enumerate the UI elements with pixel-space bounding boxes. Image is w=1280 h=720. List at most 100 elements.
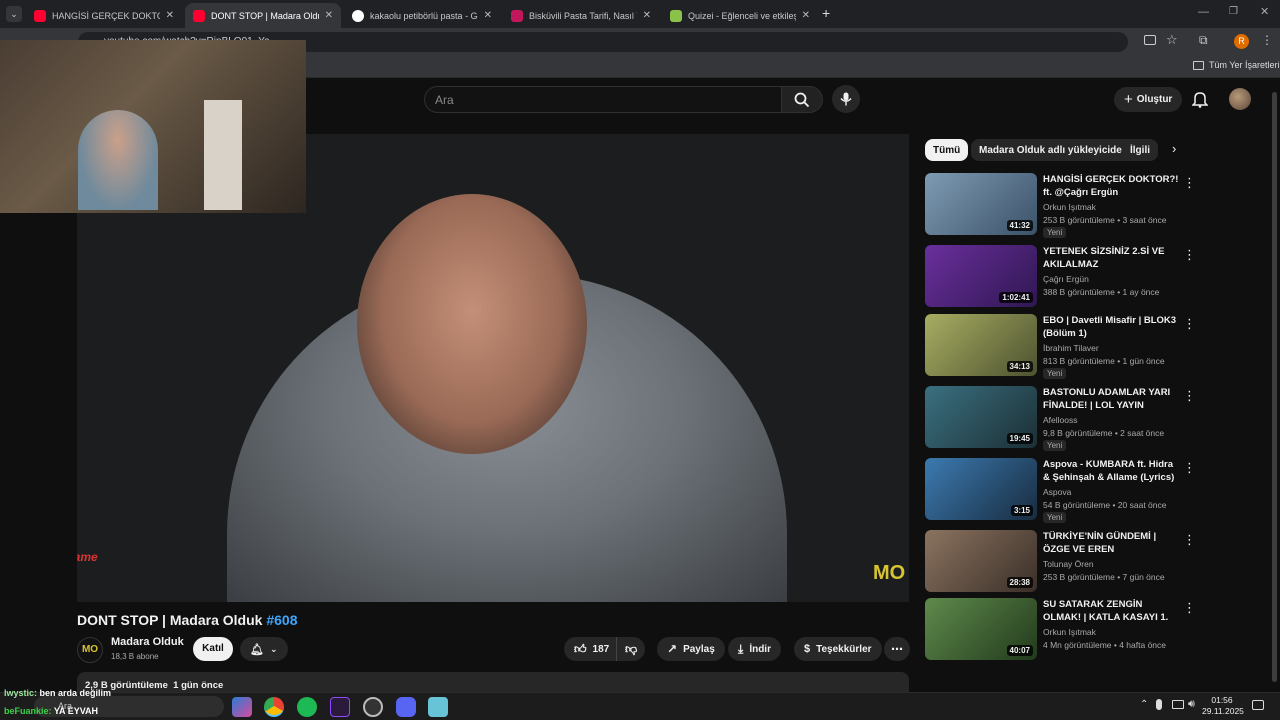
recommendation-thumbnail: 1:02:41 — [925, 245, 1037, 307]
recommendation-item[interactable]: 1:02:41 YETENEK SİZSİNİZ 2.Sİ VE AKILALM… — [925, 245, 1205, 311]
browser-tab-2-active[interactable]: DONT STOP | Madara Olduk #6 ✕ — [185, 3, 341, 28]
account-avatar[interactable] — [1229, 88, 1251, 110]
network-icon[interactable] — [1172, 700, 1184, 709]
chip-related[interactable]: İlgili — [1122, 139, 1158, 161]
browser-tab-3[interactable]: kakaolu petibörlü pasta - Goog ✕ — [344, 3, 500, 28]
new-badge: Yeni — [1043, 440, 1067, 451]
more-vert-icon[interactable]: ⋮ — [1183, 316, 1196, 332]
tab-title: Quizei - Eğlenceli ve etkileşimli — [688, 10, 796, 21]
chat-overlay: lwystic: ben arda değilim beFuankie: YA … — [0, 688, 230, 720]
cast-icon[interactable] — [1144, 35, 1156, 45]
recommendation-item[interactable]: 34:13 EBO | Davetli Misafir | BLOK3 (Böl… — [925, 314, 1205, 380]
create-button[interactable]: + Oluştur — [1114, 87, 1183, 112]
chat-message: beFuankie: YA EYVAH — [4, 706, 98, 716]
tab-close-icon[interactable]: ✕ — [325, 10, 333, 21]
tab-close-icon[interactable]: ✕ — [484, 10, 492, 21]
restore-window-icon[interactable]: ❐ — [1229, 6, 1238, 17]
thumbs-up-icon: 👍︎ — [574, 641, 587, 656]
duration-badge: 19:45 — [1006, 433, 1033, 444]
tab-title: DONT STOP | Madara Olduk #6 — [211, 10, 319, 21]
chip-all[interactable]: Tümü — [925, 139, 969, 161]
chip-from-uploader[interactable]: Madara Olduk adlı yükleyiciden — [971, 139, 1136, 161]
recommendation-item[interactable]: 40:07 SU SATARAK ZENGİN OLMAK! | KATLA K… — [925, 598, 1205, 664]
video-hashtag[interactable]: #608 — [266, 612, 297, 628]
close-window-icon[interactable]: ✕ — [1260, 5, 1269, 18]
more-vert-icon[interactable]: ⋮ — [1183, 460, 1196, 476]
tray-chevron-up-icon[interactable]: ⌃ — [1140, 699, 1148, 710]
chips-next-chevron-icon[interactable]: › — [1172, 141, 1176, 156]
page-scrollbar[interactable] — [1272, 92, 1277, 682]
more-vert-icon[interactable]: ⋮ — [1183, 175, 1196, 191]
browser-tab-5[interactable]: Quizei - Eğlenceli ve etkileşimli ✕ — [662, 3, 818, 28]
recommendation-title: YETENEK SİZSİNİZ 2.Sİ VE AKILALMAZ SİHİR… — [1043, 246, 1165, 270]
recommendation-meta: 4 Mn görüntüleme • 4 hafta önce — [1043, 640, 1166, 650]
more-actions-button[interactable]: ⋯ — [884, 637, 910, 661]
tab-search-dropdown[interactable]: ⌄ — [6, 6, 22, 22]
video-title: DONT STOP | Madara Olduk #608 — [77, 612, 298, 628]
tab-close-icon[interactable]: ✕ — [643, 10, 651, 21]
dislike-button[interactable]: 👎︎ — [616, 637, 646, 661]
recommendation-thumbnail: 40:07 — [925, 598, 1037, 660]
recommendation-meta: 253 B görüntüleme • 7 gün önce — [1043, 572, 1165, 582]
tab-close-icon[interactable]: ✕ — [802, 10, 810, 21]
channel-avatar[interactable]: MO — [77, 637, 103, 663]
thanks-dollar-icon: $ — [804, 643, 811, 655]
chrome-app-icon[interactable] — [264, 697, 284, 717]
notification-center-icon[interactable] — [1252, 700, 1264, 710]
webcam-overlay — [0, 40, 306, 213]
recommendation-item[interactable]: 28:38 TÜRKİYE'NİN GÜNDEMİ | ÖZGE VE EREN… — [925, 530, 1205, 596]
join-button[interactable]: Katıl — [193, 637, 233, 661]
all-bookmarks-folder[interactable]: Tüm Yer İşaretleri — [1193, 60, 1280, 70]
clock[interactable]: 01:56 29.11.2025 — [1202, 695, 1244, 717]
tab-title: Bisküvili Pasta Tarifi, Nasıl Yapılı — [529, 10, 637, 21]
twitch-app-icon[interactable] — [330, 697, 350, 717]
search-input[interactable]: Ara — [424, 86, 782, 113]
bookmark-star-icon[interactable]: ☆ — [1166, 32, 1178, 48]
share-arrow-icon: ↗ — [667, 642, 678, 656]
recommendation-channel: Aspova — [1043, 487, 1072, 497]
new-badge: Yeni — [1043, 512, 1067, 523]
youtube-favicon-icon — [193, 9, 205, 22]
tab-close-icon[interactable]: ✕ — [166, 10, 174, 21]
recommendation-thumbnail: 19:45 — [925, 386, 1037, 448]
notifications-bell-icon[interactable] — [1191, 90, 1209, 108]
voice-search-button[interactable] — [832, 85, 860, 113]
discord-app-icon[interactable] — [396, 697, 416, 717]
channel-name[interactable]: Madara Olduk — [111, 636, 184, 648]
browser-tab-strip: ⌄ HANGİSİ GERÇEK DOKTOR?! ft. ✕ DONT STO… — [0, 0, 1280, 28]
copilot-app-icon[interactable] — [232, 697, 252, 717]
profile-avatar[interactable]: R — [1234, 34, 1249, 49]
recommendation-channel: Tolunay Ören — [1043, 559, 1094, 569]
notification-bell-button[interactable]: 🔔︎ ⌄ — [240, 637, 288, 661]
more-vert-icon[interactable]: ⋮ — [1183, 247, 1196, 263]
recommendation-item[interactable]: 41:32 HANGİSİ GERÇEK DOKTOR?! ft. @Çağrı… — [925, 173, 1205, 239]
microphone-tray-icon[interactable] — [1156, 699, 1162, 710]
more-vert-icon[interactable]: ⋮ — [1183, 600, 1196, 616]
share-button[interactable]: ↗ Paylaş — [657, 637, 725, 661]
spotify-app-icon[interactable] — [297, 697, 317, 717]
recommendation-thumbnail: 34:13 — [925, 314, 1037, 376]
recommendation-item[interactable]: 19:45 BASTONLU ADAMLAR YARI FİNALDE! | L… — [925, 386, 1205, 452]
more-vert-icon[interactable]: ⋮ — [1183, 532, 1196, 548]
more-vert-icon[interactable]: ⋮ — [1183, 388, 1196, 404]
download-button[interactable]: ⤓ İndir — [728, 637, 781, 661]
search-button[interactable] — [781, 86, 823, 113]
minimize-window-icon[interactable]: — — [1198, 6, 1209, 18]
recommendation-thumbnail: 28:38 — [925, 530, 1037, 592]
volume-icon[interactable]: 🔊︎ — [1188, 698, 1195, 711]
extensions-icon[interactable]: ⧉ — [1199, 33, 1208, 48]
recommendation-thumbnail: 3:15 — [925, 458, 1037, 520]
obs-app-icon[interactable] — [363, 697, 383, 717]
browser-tab-4[interactable]: Bisküvili Pasta Tarifi, Nasıl Yapılı ✕ — [503, 3, 659, 28]
like-button[interactable]: 👍︎ 187 — [564, 637, 618, 661]
new-tab-icon[interactable]: + — [822, 5, 830, 21]
youtube-favicon-icon — [34, 9, 46, 22]
browser-menu-icon[interactable]: ⋮ — [1261, 33, 1273, 47]
thanks-button[interactable]: $ Teşekkürler — [794, 637, 882, 661]
browser-tab-1[interactable]: HANGİSİ GERÇEK DOKTOR?! ft. ✕ — [26, 3, 182, 28]
notes-app-icon[interactable] — [428, 697, 448, 717]
recommendation-item[interactable]: 3:15 Aspova - KUMBARA ft. Hidra & Şehinş… — [925, 458, 1205, 524]
thanks-label: Teşekkürler — [816, 643, 872, 655]
recommendation-thumbnail: 41:32 — [925, 173, 1037, 235]
folder-icon — [1193, 60, 1204, 70]
